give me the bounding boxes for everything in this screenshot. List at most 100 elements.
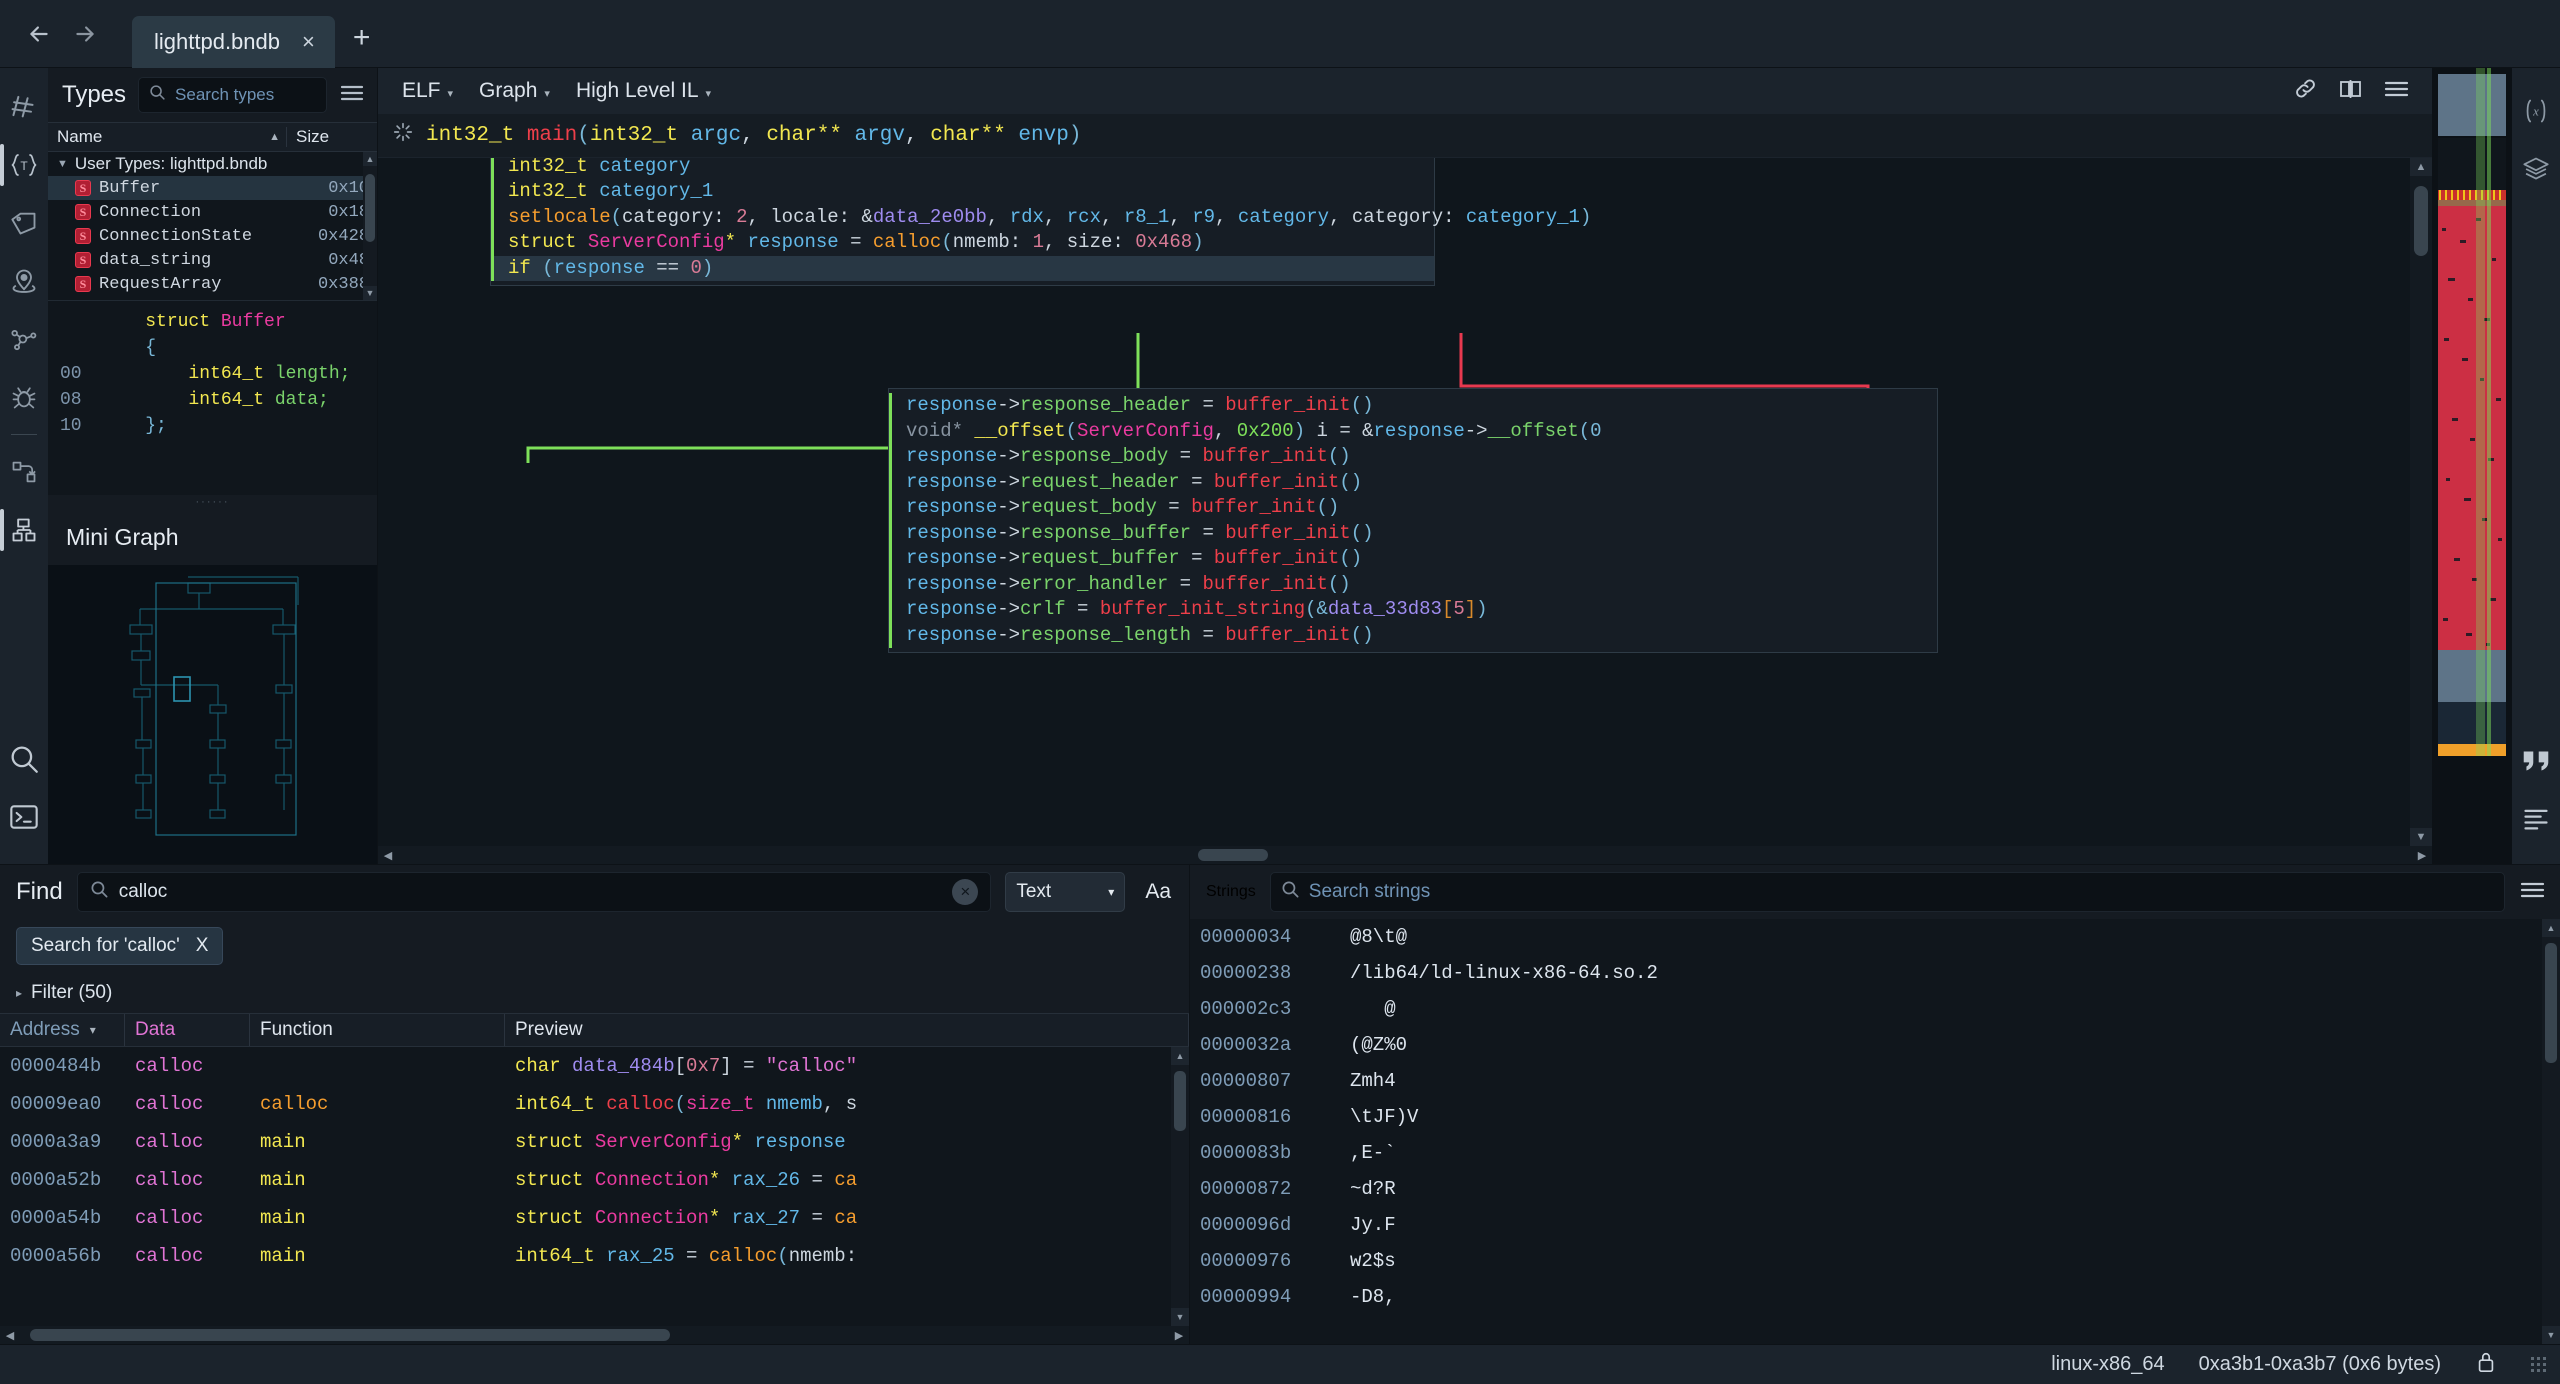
match-case-button[interactable]: Aa — [1139, 880, 1177, 904]
split-pane-icon[interactable] — [2338, 78, 2363, 105]
code-line[interactable]: response->request_body = buffer_init() — [889, 495, 1937, 521]
table-row[interactable]: S Buffer 0x10 — [48, 176, 377, 200]
search-strings-input[interactable] — [1309, 881, 2494, 903]
code-line[interactable]: response->request_header = buffer_init() — [889, 470, 1937, 496]
binary-overview-minimap[interactable] — [2432, 68, 2512, 864]
search-types-box[interactable] — [138, 77, 327, 113]
table-row[interactable]: 0000a3a9 calloc main struct ServerConfig… — [0, 1123, 1189, 1161]
resize-grip-icon[interactable] — [2531, 1357, 2546, 1372]
scroll-left-icon[interactable]: ◀ — [0, 1329, 20, 1342]
code-line[interactable]: response->request_buffer = buffer_init() — [889, 546, 1937, 572]
find-input-box[interactable]: × — [77, 872, 992, 912]
struct-code-line[interactable]: { — [48, 335, 377, 361]
list-item[interactable]: 00000807 Zmh4 — [1190, 1063, 2560, 1099]
search-types-input[interactable] — [175, 85, 316, 105]
code-line[interactable]: response->response_buffer = buffer_init(… — [889, 521, 1937, 547]
struct-code-line[interactable]: 10 }; — [48, 413, 377, 439]
close-icon[interactable]: × — [302, 31, 315, 53]
scroll-up-icon[interactable]: ▲ — [2410, 158, 2432, 176]
list-item[interactable]: 00000816 \tJF)V — [1190, 1099, 2560, 1135]
graph-hscrollbar[interactable]: ◀ ▶ — [378, 846, 2432, 864]
list-item[interactable]: 000002c3 @ — [1190, 991, 2560, 1027]
comments-icon[interactable] — [2512, 732, 2560, 790]
find-hscrollbar[interactable]: ◀ ▶ — [0, 1326, 1189, 1344]
list-item[interactable]: 0000083b ,E-` — [1190, 1135, 2560, 1171]
view-option-format[interactable]: ELF ▾ — [392, 75, 463, 107]
table-row[interactable]: 0000a52b calloc main struct Connection* … — [0, 1161, 1189, 1199]
table-row[interactable]: 0000a54b calloc main struct Connection* … — [0, 1199, 1189, 1237]
column-header-name[interactable]: Name ▲ — [48, 127, 287, 147]
find-scrollbar[interactable]: ▲ ▼ — [1171, 1047, 1189, 1326]
types-list[interactable]: ▼ User Types: lighttpd.bndb S Buffer 0x1… — [48, 152, 377, 300]
column-header-function[interactable]: Function — [250, 1014, 505, 1046]
scroll-down-icon[interactable]: ▼ — [2542, 1326, 2560, 1344]
table-row[interactable]: S ConnectionState 0x428 — [48, 224, 377, 248]
code-line[interactable]: response->error_handler = buffer_init() — [889, 572, 1937, 598]
filter-toggle[interactable]: ▸ Filter (50) — [0, 973, 1189, 1013]
find-results-body[interactable]: 0000484b calloc char data_484b[0x7] = "c… — [0, 1047, 1189, 1326]
new-tab-button[interactable]: + — [353, 21, 371, 55]
panel-splitter[interactable]: ······ — [48, 495, 377, 509]
column-header-data[interactable]: Data — [125, 1014, 250, 1046]
clear-icon[interactable]: × — [952, 879, 978, 905]
scroll-down-icon[interactable]: ▼ — [2410, 828, 2432, 846]
types-group-row[interactable]: ▼ User Types: lighttpd.bndb — [48, 152, 377, 176]
list-item[interactable]: 0000096d Jy.F — [1190, 1207, 2560, 1243]
code-line[interactable]: response->response_body = buffer_init() — [889, 444, 1937, 470]
scrollbar-thumb[interactable] — [30, 1329, 670, 1341]
search-query-chip[interactable]: Search for 'calloc' X — [16, 927, 223, 965]
scroll-down-icon[interactable]: ▼ — [1171, 1308, 1189, 1326]
scroll-down-icon[interactable]: ▼ — [363, 286, 377, 300]
scroll-left-icon[interactable]: ◀ — [378, 849, 398, 862]
scroll-right-icon[interactable]: ▶ — [2412, 849, 2432, 862]
list-item[interactable]: 00000994 -D8, — [1190, 1279, 2560, 1315]
strings-list[interactable]: 00000034 @8\t@ 00000238 /lib64/ld-linux-… — [1190, 919, 2560, 1344]
find-hscroll-track[interactable] — [20, 1326, 1169, 1344]
table-row[interactable]: 0000484b calloc char data_484b[0x7] = "c… — [0, 1047, 1189, 1085]
scroll-right-icon[interactable]: ▶ — [1169, 1329, 1189, 1342]
list-item[interactable]: 00000034 @8\t@ — [1190, 919, 2560, 955]
mini-graph-canvas[interactable] — [48, 565, 377, 864]
code-line[interactable]: setlocale(category: 2, locale: &data_2e0… — [491, 205, 1434, 231]
scroll-up-icon[interactable]: ▲ — [363, 152, 377, 166]
graph-nodes-icon[interactable] — [0, 310, 48, 368]
scroll-up-icon[interactable]: ▲ — [1171, 1047, 1189, 1065]
function-signature-text[interactable]: int32_t main(int32_t argc, char** argv, … — [426, 124, 1081, 147]
hamburger-icon[interactable] — [2519, 880, 2546, 905]
search-strings-box[interactable] — [1270, 872, 2505, 912]
scrollbar-thumb[interactable] — [1174, 1071, 1186, 1131]
variables-icon[interactable]: x — [2512, 82, 2560, 140]
hamburger-icon[interactable] — [2383, 79, 2410, 104]
scrollbar-thumb[interactable] — [2545, 943, 2557, 1063]
struct-code-line[interactable]: struct Buffer — [48, 309, 377, 335]
list-item[interactable]: 00000872 ~d?R — [1190, 1171, 2560, 1207]
table-row[interactable]: S RequestArray 0x388 — [48, 272, 377, 296]
hash-icon[interactable] — [0, 78, 48, 136]
tag-icon[interactable] — [0, 194, 48, 252]
find-mode-select[interactable]: Text ▾ — [1005, 872, 1125, 912]
column-header-address[interactable]: Address ▾ — [0, 1014, 125, 1046]
hscroll-track[interactable] — [398, 846, 2412, 864]
view-option-il[interactable]: High Level IL ▾ — [566, 75, 721, 107]
terminal-icon[interactable] — [0, 788, 48, 846]
struct-definition-view[interactable]: struct Buffer { 00 int64_t length; 08 in… — [48, 300, 377, 495]
hamburger-icon[interactable] — [339, 83, 365, 108]
graph-node-entry[interactable]: ssize_t r9field, rcx, rdx, r8_1, r9 = ti… — [490, 158, 1435, 286]
strings-scrollbar[interactable]: ▲ ▼ — [2542, 919, 2560, 1344]
lock-icon[interactable] — [2475, 1350, 2497, 1380]
search-icon[interactable] — [0, 730, 48, 788]
file-tab[interactable]: lighttpd.bndb × — [132, 16, 335, 68]
close-icon[interactable]: X — [196, 935, 209, 957]
code-line[interactable]: int32_t category_1 — [491, 179, 1434, 205]
hierarchy-icon[interactable] — [0, 501, 48, 559]
find-input[interactable] — [119, 881, 943, 903]
scroll-up-icon[interactable]: ▲ — [2542, 919, 2560, 937]
scrollbar-thumb[interactable] — [2414, 186, 2428, 256]
forward-button[interactable] — [62, 11, 108, 57]
table-row[interactable]: S data_string 0x48 — [48, 248, 377, 272]
back-button[interactable] — [16, 11, 62, 57]
list-item[interactable]: 00000976 w2$s — [1190, 1243, 2560, 1279]
table-row[interactable]: 00009ea0 calloc calloc int64_t calloc(si… — [0, 1085, 1189, 1123]
code-line[interactable]: struct ServerConfig* response = calloc(n… — [491, 230, 1434, 256]
code-line[interactable]: response->response_length = buffer_init(… — [889, 623, 1937, 649]
